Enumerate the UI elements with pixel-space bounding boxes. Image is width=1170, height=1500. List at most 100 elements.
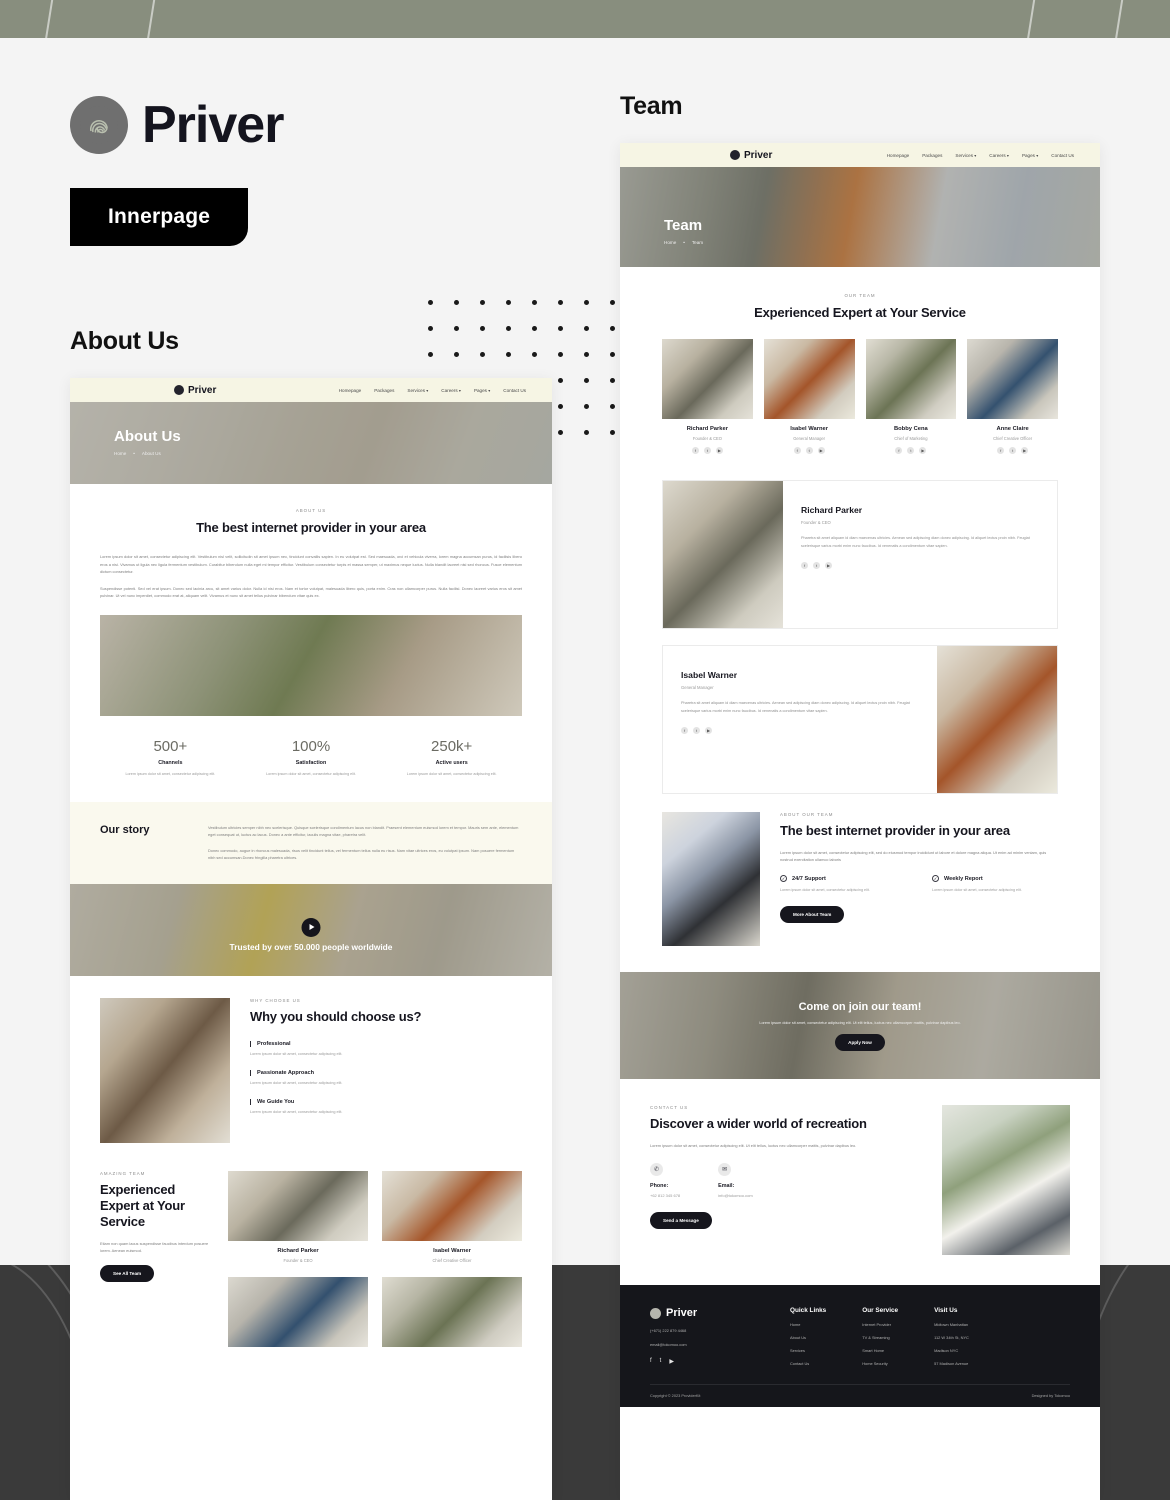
facebook-icon[interactable]: f bbox=[801, 561, 808, 569]
video-banner[interactable]: Trusted by over 50.000 people worldwide bbox=[70, 883, 552, 976]
youtube-icon[interactable]: ▶ bbox=[919, 447, 927, 455]
youtube-icon[interactable]: ▶ bbox=[1021, 447, 1029, 455]
more-about-team-button[interactable]: More About Team bbox=[780, 905, 845, 923]
footer-logo[interactable]: Priver bbox=[650, 1307, 754, 1319]
nav-item-contact-us[interactable]: Contact Us bbox=[1051, 153, 1074, 158]
contact-section: CONTACT US Discover a wider world of rec… bbox=[620, 1079, 1100, 1285]
footer-link[interactable]: About Us bbox=[790, 1335, 826, 1340]
facebook-icon[interactable]: f bbox=[650, 1358, 652, 1365]
apply-now-button[interactable]: Apply Now bbox=[835, 1033, 885, 1051]
stat-item: 250k+ Active users Lorem ipsum dolor sit… bbox=[381, 738, 522, 777]
nav-item-homepage[interactable]: Homepage bbox=[887, 153, 909, 158]
about-hero-title: About Us bbox=[114, 428, 181, 445]
twitter-icon[interactable]: t bbox=[703, 447, 711, 455]
team-member-card[interactable] bbox=[228, 1276, 368, 1347]
team-member-role: Founder & CEO bbox=[283, 1257, 313, 1263]
footer-email[interactable]: email@tokomoo.com bbox=[650, 1342, 754, 1347]
youtube-icon[interactable]: ▶ bbox=[825, 561, 832, 569]
our-story-paragraph-2: Donec commodo, augue in rhoncus malesuad… bbox=[208, 848, 515, 861]
profile-card: Richard Parker Founder & CEO Pharetra si… bbox=[662, 480, 1058, 630]
nav-item-careers[interactable]: Careers ▾ bbox=[441, 388, 461, 393]
youtube-icon[interactable]: ▶ bbox=[715, 447, 723, 455]
facebook-icon[interactable]: f bbox=[681, 726, 688, 734]
contact-phone-value[interactable]: +62 812 345 678 bbox=[650, 1193, 680, 1198]
see-all-team-button[interactable]: See All Team bbox=[100, 1265, 155, 1283]
footer-link[interactable]: Services bbox=[790, 1348, 826, 1353]
team-member-card[interactable]: Isabel Warner Chief Creative Officer bbox=[382, 1170, 522, 1263]
about-hero-banner: About Us Home • About Us bbox=[70, 402, 552, 484]
footer-address-line: 57 Madison Avenue bbox=[934, 1361, 969, 1367]
team-member-photo bbox=[228, 1170, 368, 1241]
footer-visit-us-column: Visit Us Midtown Manhattan 112 W 34th St… bbox=[934, 1307, 969, 1366]
footer-phone[interactable]: (+671) 222 879 4468 bbox=[650, 1328, 754, 1333]
brand-logo: Priver bbox=[70, 95, 284, 155]
nav-item-packages[interactable]: Packages bbox=[922, 153, 942, 158]
footer-link[interactable]: Home bbox=[790, 1322, 826, 1327]
contact-email-label: Email: bbox=[718, 1182, 735, 1189]
team-grid-card[interactable]: Bobby Cena Chief of Marketing f t ▶ bbox=[865, 339, 957, 455]
youtube-icon[interactable]: ▶ bbox=[817, 447, 825, 455]
team-member-name: Richard Parker bbox=[277, 1247, 319, 1254]
team-page-mockup: Priver Homepage Packages Services ▾ Care… bbox=[620, 143, 1100, 1500]
youtube-icon[interactable]: ▶ bbox=[705, 726, 712, 734]
twitter-icon[interactable]: t bbox=[1009, 447, 1017, 455]
contact-photo bbox=[942, 1105, 1070, 1256]
contact-email-value[interactable]: info@tokomoo.com bbox=[718, 1193, 753, 1198]
play-icon[interactable] bbox=[301, 917, 321, 937]
nav-item-contact-us[interactable]: Contact Us bbox=[503, 388, 526, 393]
twitter-icon[interactable]: t bbox=[805, 447, 813, 455]
twitter-icon[interactable]: t bbox=[813, 561, 820, 569]
social-links: f t ▶ bbox=[662, 447, 753, 455]
footer-link[interactable]: TV & Streaming bbox=[862, 1335, 898, 1340]
team-member-card[interactable]: Richard Parker Founder & CEO bbox=[228, 1170, 368, 1263]
social-links: f t ▶ bbox=[764, 447, 855, 455]
top-decorative-bar bbox=[0, 0, 1170, 38]
facebook-icon[interactable]: f bbox=[895, 447, 903, 455]
team-grid-card[interactable]: Richard Parker Founder & CEO f t ▶ bbox=[662, 339, 753, 455]
footer-address-line: 112 W 34th St, NYC bbox=[934, 1335, 969, 1341]
team-member-card[interactable] bbox=[382, 1276, 522, 1347]
footer-link[interactable]: Home Security bbox=[862, 1361, 898, 1366]
twitter-icon[interactable]: t bbox=[907, 447, 915, 455]
breadcrumb-home[interactable]: Home bbox=[664, 240, 676, 245]
about-our-team-heading: The best internet provider in your area bbox=[780, 823, 1010, 839]
check-desc: Lorem ipsum dolor sit amet, consectetur … bbox=[780, 888, 870, 893]
footer-logo-text: Priver bbox=[666, 1307, 698, 1320]
footer-link[interactable]: Smart Home bbox=[862, 1348, 898, 1353]
youtube-icon[interactable]: ▶ bbox=[669, 1358, 674, 1365]
navbar-logo[interactable]: Priver bbox=[730, 150, 772, 161]
about-intro-paragraph-1: Lorem ipsum dolor sit amet, consectetur … bbox=[100, 554, 522, 574]
stat-number: 100% bbox=[291, 738, 331, 756]
check-item: ✓ Weekly Report Lorem ipsum dolor sit ame… bbox=[932, 875, 1058, 893]
send-a-message-button[interactable]: Send a Message bbox=[650, 1211, 712, 1229]
facebook-icon[interactable]: f bbox=[793, 447, 801, 455]
amazing-team-heading: Experienced Expert at Your Service bbox=[100, 1181, 185, 1230]
facebook-icon[interactable]: f bbox=[997, 447, 1005, 455]
footer-link[interactable]: Contact Us bbox=[790, 1361, 826, 1366]
nav-item-services[interactable]: Services ▾ bbox=[955, 153, 976, 158]
twitter-icon[interactable]: t bbox=[693, 726, 700, 734]
team-member-photo bbox=[662, 339, 753, 420]
about-intro-paragraph-2: Suspendisse potenti. Sed vel erat ipsum.… bbox=[100, 586, 522, 599]
about-nav-menu: Homepage Packages Services ▾ Careers ▾ P… bbox=[339, 388, 526, 393]
breadcrumb-separator: • bbox=[683, 240, 685, 245]
profile-bio: Pharetra sit amet aliquam id diam maecen… bbox=[801, 536, 1030, 548]
footer-column-title: Our Service bbox=[862, 1307, 899, 1315]
footer-column-title: Visit Us bbox=[934, 1307, 958, 1315]
nav-item-pages[interactable]: Pages ▾ bbox=[474, 388, 490, 393]
stat-label: Active users bbox=[435, 760, 468, 767]
navbar-logo[interactable]: Priver bbox=[174, 385, 216, 396]
nav-item-pages[interactable]: Pages ▾ bbox=[1022, 153, 1038, 158]
footer-link[interactable]: Internet Provider bbox=[862, 1322, 898, 1327]
facebook-icon[interactable]: f bbox=[691, 447, 699, 455]
twitter-icon[interactable]: t bbox=[660, 1358, 662, 1365]
stat-number: 500+ bbox=[153, 738, 188, 756]
team-grid-card[interactable]: Isabel Warner General Manager f t ▶ bbox=[763, 339, 855, 455]
nav-item-careers[interactable]: Careers ▾ bbox=[989, 153, 1009, 158]
breadcrumb-home[interactable]: Home bbox=[114, 451, 126, 456]
navbar-logo-icon bbox=[174, 385, 184, 395]
nav-item-services[interactable]: Services ▾ bbox=[407, 388, 428, 393]
nav-item-packages[interactable]: Packages bbox=[374, 388, 394, 393]
team-grid-card[interactable]: Anne Claire Chief Creative Officer f t ▶ bbox=[967, 339, 1058, 455]
nav-item-homepage[interactable]: Homepage bbox=[339, 388, 361, 393]
